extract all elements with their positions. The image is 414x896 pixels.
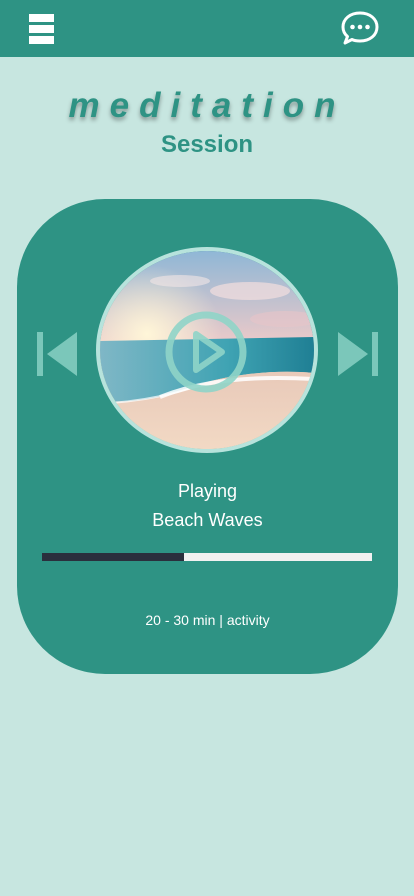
- chat-bubble-icon[interactable]: [340, 10, 380, 46]
- progress-fill: [42, 553, 184, 561]
- page-title: meditation: [68, 86, 346, 125]
- skip-next-icon[interactable]: [337, 332, 379, 376]
- hamburger-menu-icon[interactable]: [29, 14, 54, 44]
- session-duration: 20 - 30 min | activity: [145, 612, 270, 628]
- playback-status: Playing: [177, 481, 238, 501]
- skip-previous-icon[interactable]: [36, 332, 78, 376]
- track-title: Beach Waves: [152, 510, 263, 530]
- top-bar: [0, 0, 414, 57]
- player-card: Playing Beach Waves 20 - 30 min | activi…: [17, 199, 398, 674]
- page-subtitle: Session: [160, 131, 254, 158]
- play-icon[interactable]: [164, 310, 248, 394]
- progress-bar[interactable]: [42, 553, 372, 561]
